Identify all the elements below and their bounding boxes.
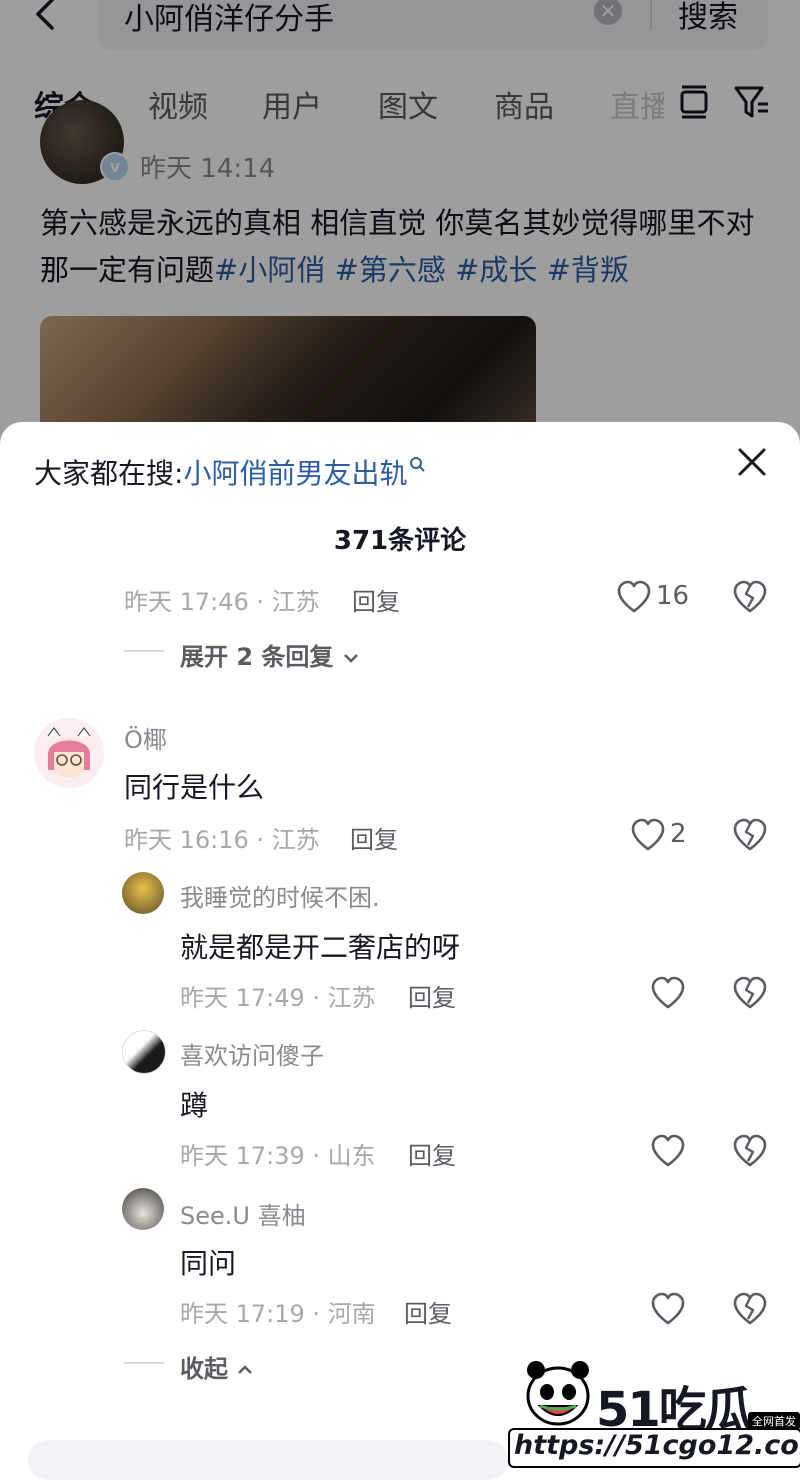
hot-search-bar: 大家都在搜:小阿俏前男友出轨: [34, 452, 427, 492]
hot-search-link[interactable]: 小阿俏前男友出轨: [183, 457, 407, 490]
like-icon[interactable]: [650, 976, 686, 1010]
avatar[interactable]: [34, 718, 104, 788]
hot-search-prefix: 大家都在搜:: [34, 457, 184, 490]
reply-username[interactable]: See.U 喜柚: [180, 1196, 306, 1231]
comment-sheet: 大家都在搜:小阿俏前男友出轨 371条评论 昨天 17:46 · 江苏 回复 1…: [0, 422, 800, 1480]
watermark-url: https://51cgo12.com: [514, 1430, 800, 1461]
reply-button[interactable]: 回复: [350, 820, 398, 855]
dislike-icon[interactable]: [732, 818, 768, 852]
reply-text: 同问: [180, 1247, 237, 1280]
reply-username[interactable]: 喜欢访问傻子: [180, 1036, 324, 1071]
comment-time-location: 昨天 17:46 · 江苏: [124, 588, 320, 616]
avatar-illustration: [34, 718, 104, 788]
avatar[interactable]: [122, 872, 164, 914]
search-icon: [410, 457, 426, 472]
dislike-icon[interactable]: [732, 1292, 768, 1326]
divider: [124, 650, 164, 652]
reply-button[interactable]: 回复: [408, 978, 456, 1013]
like-icon[interactable]: [630, 818, 666, 852]
collapse-label: 收起: [180, 1355, 228, 1383]
dislike-icon[interactable]: [732, 580, 768, 614]
avatar[interactable]: [122, 1030, 166, 1074]
expand-replies-label: 展开 2 条回复: [180, 643, 334, 671]
divider: [124, 1362, 164, 1364]
reply-button[interactable]: 回复: [404, 1294, 452, 1329]
like-icon[interactable]: [650, 1292, 686, 1326]
reply-button[interactable]: 回复: [352, 582, 400, 617]
expand-replies-button[interactable]: 展开 2 条回复: [180, 637, 360, 672]
watermark-url-box: https://51cgo12.com: [508, 1428, 800, 1468]
collapse-replies-button[interactable]: 收起: [180, 1349, 254, 1384]
close-icon[interactable]: [732, 442, 772, 482]
like-icon[interactable]: [616, 580, 652, 614]
comment-input[interactable]: [28, 1440, 508, 1480]
comment-time-location: 昨天 16:16 · 江苏: [124, 826, 320, 854]
like-count: 16: [656, 581, 690, 611]
comment-count: 371条评论: [333, 526, 467, 556]
reply-time-location: 昨天 17:39 · 山东: [180, 1142, 376, 1170]
dislike-icon[interactable]: [732, 1134, 768, 1168]
chevron-down-icon: [343, 654, 358, 663]
comment-text: 同行是什么: [124, 771, 265, 804]
watermark: 51吃瓜 全网首发 https://51cgo12.com: [500, 1350, 800, 1468]
reply-time-location: 昨天 17:49 · 江苏: [180, 984, 376, 1012]
like-count: 2: [670, 819, 687, 849]
avatar[interactable]: [122, 1188, 164, 1230]
reply-text: 蹲: [180, 1089, 209, 1122]
reply-time-location: 昨天 17:19 · 河南: [180, 1300, 376, 1328]
dislike-icon[interactable]: [732, 976, 768, 1010]
reply-username[interactable]: 我睡觉的时候不困.: [180, 878, 380, 913]
chevron-up-icon: [238, 1365, 253, 1374]
reply-button[interactable]: 回复: [408, 1136, 456, 1171]
panda-mascot-icon: [526, 1361, 590, 1426]
comment-username[interactable]: Ö椰: [124, 720, 167, 755]
reply-text: 就是都是开二奢店的呀: [180, 931, 461, 964]
like-icon[interactable]: [650, 1134, 686, 1168]
